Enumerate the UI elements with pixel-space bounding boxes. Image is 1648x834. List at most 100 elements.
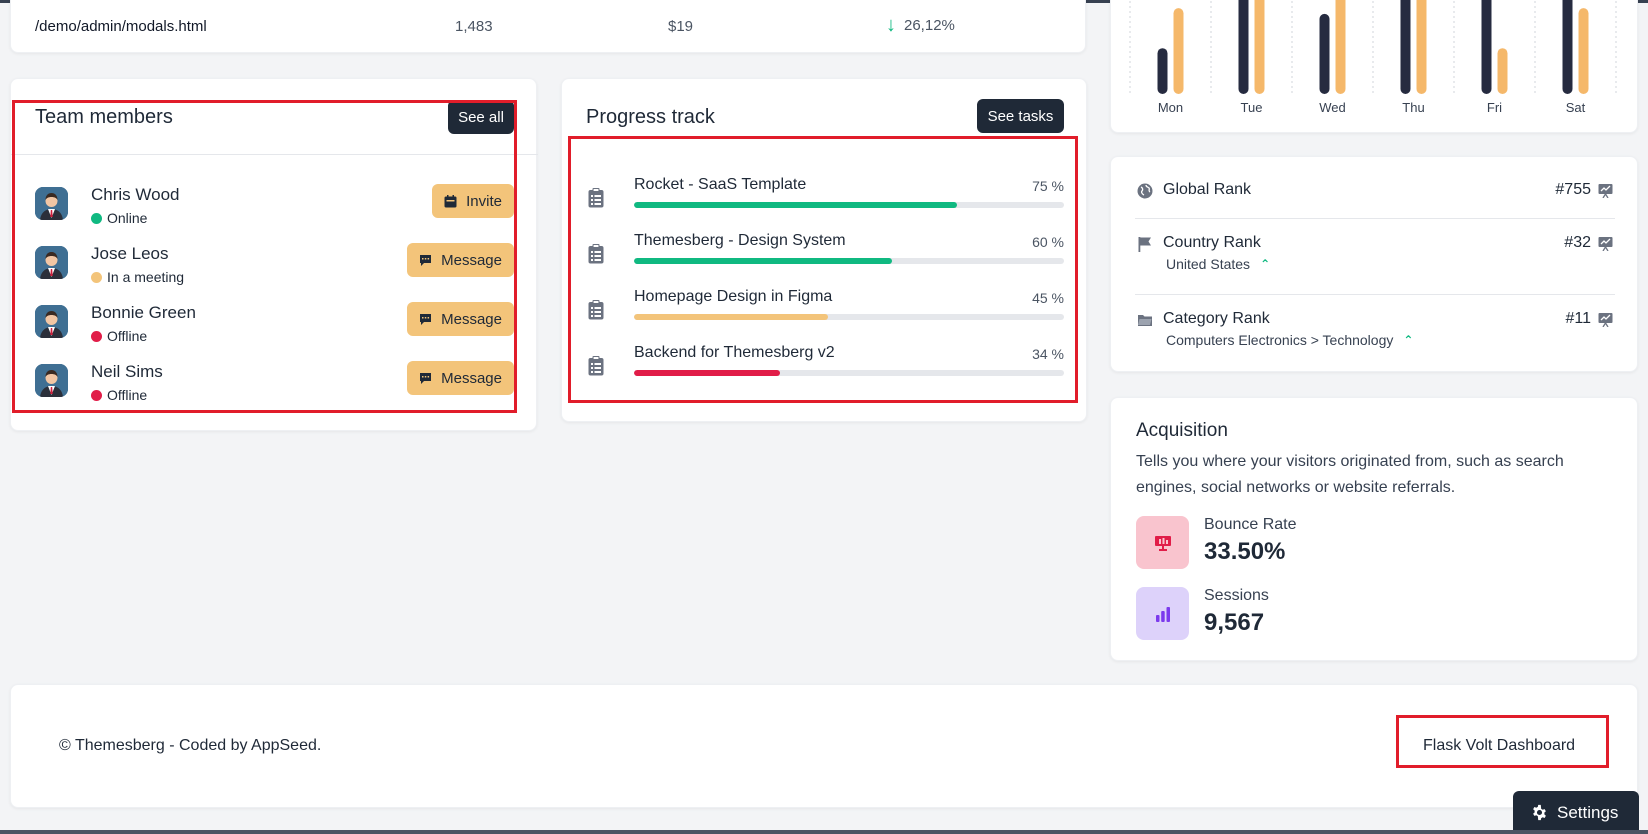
member-name[interactable]: Chris Wood (91, 185, 180, 205)
team-member-row: Chris Wood Online Invite (11, 183, 538, 233)
rank-label: Global Rank (1163, 181, 1252, 198)
bar-fri-1[interactable] (1497, 48, 1508, 94)
bar-tue-0[interactable] (1238, 0, 1249, 94)
settings-button[interactable]: Settings (1513, 791, 1639, 834)
arrow-down-icon: ↓ (886, 14, 896, 36)
x-tick-label: Thu (1402, 100, 1424, 115)
team-members-title: Team members (35, 106, 173, 128)
footer-link[interactable]: Flask Volt Dashboard (1423, 737, 1575, 755)
button-label: Invite (466, 192, 502, 210)
member-status-text: Offline (107, 387, 148, 403)
bar-wed-0[interactable] (1319, 13, 1330, 95)
task-percent: 45 % (1032, 290, 1064, 306)
table-cell-value: $19 (668, 18, 694, 35)
message-button[interactable]: Message (407, 243, 514, 277)
member-name[interactable]: Bonnie Green (91, 303, 196, 323)
bar-mon-0[interactable] (1157, 48, 1168, 94)
sessions-value: 9,567 (1204, 609, 1265, 636)
status-dot-icon (91, 330, 102, 342)
footer: © Themesberg - Coded by AppSeed. Flask V… (10, 684, 1638, 808)
task-name: Homepage Design in Figma (634, 288, 833, 305)
see-all-button[interactable]: See all (448, 100, 514, 134)
chevron-up-icon: ⌃ (1403, 333, 1414, 347)
bar-chart-icon (1136, 587, 1189, 640)
table-cell-bounce: ↓ 26,12% (886, 15, 955, 35)
progress-track-title: Progress track (586, 106, 715, 128)
globe-icon (1137, 183, 1153, 199)
rank-value: #755 (1555, 181, 1591, 198)
page-visits-table: /demo/admin/modals.html 1,483 $19 ↓ 26,1… (10, 0, 1086, 53)
status-dot-icon (91, 212, 102, 224)
sessions-label: Sessions (1204, 587, 1269, 604)
progress-bar-fill (634, 370, 781, 376)
team-member-row: Jose Leos In a meeting Message (11, 242, 538, 292)
avatar[interactable] (35, 364, 68, 397)
progress-bar (634, 202, 1064, 208)
team-member-row: Neil Sims Offline Message (11, 360, 538, 410)
divider (1135, 294, 1615, 295)
x-tick-label: Mon (1158, 100, 1183, 115)
x-tick-label: Fri (1487, 100, 1502, 115)
task-row: Backend for Themesberg v2 34 % (562, 344, 1088, 394)
message-button[interactable]: Message (407, 361, 514, 395)
task-name: Backend for Themesberg v2 (634, 344, 835, 361)
footer-copyright[interactable]: © Themesberg - Coded by AppSeed. (59, 737, 321, 755)
task-percent: 34 % (1032, 346, 1064, 362)
see-tasks-button[interactable]: See tasks (977, 99, 1064, 133)
bar-fri-0[interactable] (1481, 0, 1492, 94)
avatar[interactable] (35, 305, 68, 338)
member-status: Offline (91, 387, 147, 403)
bar-sat-1[interactable] (1578, 8, 1589, 95)
bar-wed-1[interactable] (1335, 0, 1346, 94)
progress-bar (634, 258, 1064, 264)
table-cell-path[interactable]: /demo/admin/modals.html (35, 18, 207, 35)
bar-mon-1[interactable] (1173, 8, 1184, 95)
settings-label: Settings (1557, 802, 1619, 822)
member-name[interactable]: Neil Sims (91, 362, 163, 382)
presentation-icon (1136, 516, 1189, 569)
rank-value: #32 (1564, 234, 1591, 251)
bar-thu-1[interactable] (1416, 0, 1427, 94)
avatar[interactable] (35, 246, 68, 279)
bottom-border (0, 830, 1648, 834)
progress-bar-fill (634, 314, 828, 320)
bar-thu-0[interactable] (1400, 0, 1411, 94)
rank-label: Category Rank (1163, 310, 1270, 327)
progress-track-card: Progress track See tasks Rocket - SaaS T… (561, 78, 1087, 422)
rank-subtitle: Computers Electronics > Technology ⌃ (1166, 332, 1413, 348)
rank-value: #11 (1565, 310, 1591, 327)
flag-icon (1138, 237, 1151, 252)
bounce-rate-label: Bounce Rate (1204, 516, 1297, 533)
bar-chart-card: Mon Tue Wed Thu Fri Sat (1110, 0, 1638, 133)
task-name: Rocket - SaaS Template (634, 176, 807, 193)
rank-label: Country Rank (1163, 234, 1261, 251)
progress-bar (634, 314, 1064, 320)
button-label: Message (441, 310, 502, 328)
avatar[interactable] (35, 187, 68, 220)
team-member-row: Bonnie Green Offline Message (11, 301, 538, 351)
bar-sat-0[interactable] (1562, 0, 1573, 94)
team-members-card: Team members See all Chris Wood Online Inv… (10, 78, 538, 431)
member-status-text: In a meeting (107, 269, 185, 285)
chat-icon (419, 372, 432, 385)
progress-bar-fill (634, 258, 892, 264)
button-label: Message (441, 369, 502, 387)
folder-icon (1138, 315, 1152, 326)
presentation-chart-icon (1598, 313, 1613, 327)
clipboard-icon (588, 356, 604, 376)
acquisition-title: Acquisition (1136, 420, 1228, 441)
acquisition-card: Acquisition Tells you where your visitor… (1110, 397, 1638, 661)
message-button[interactable]: Message (407, 302, 514, 336)
bar-tue-1[interactable] (1254, 0, 1265, 94)
x-tick-label: Wed (1319, 100, 1346, 115)
presentation-chart-icon (1598, 184, 1613, 198)
table-cell-views: 1,483 (455, 18, 493, 35)
member-status: Offline (91, 328, 147, 344)
acquisition-description: Tells you where your visitors originated… (1136, 453, 1564, 496)
status-dot-icon (91, 389, 102, 401)
invite-button[interactable]: Invite (432, 184, 514, 218)
button-label: Message (441, 251, 502, 269)
task-row: Rocket - SaaS Template 75 % (562, 176, 1088, 226)
x-tick-label: Sat (1566, 100, 1586, 115)
member-name[interactable]: Jose Leos (91, 244, 169, 264)
